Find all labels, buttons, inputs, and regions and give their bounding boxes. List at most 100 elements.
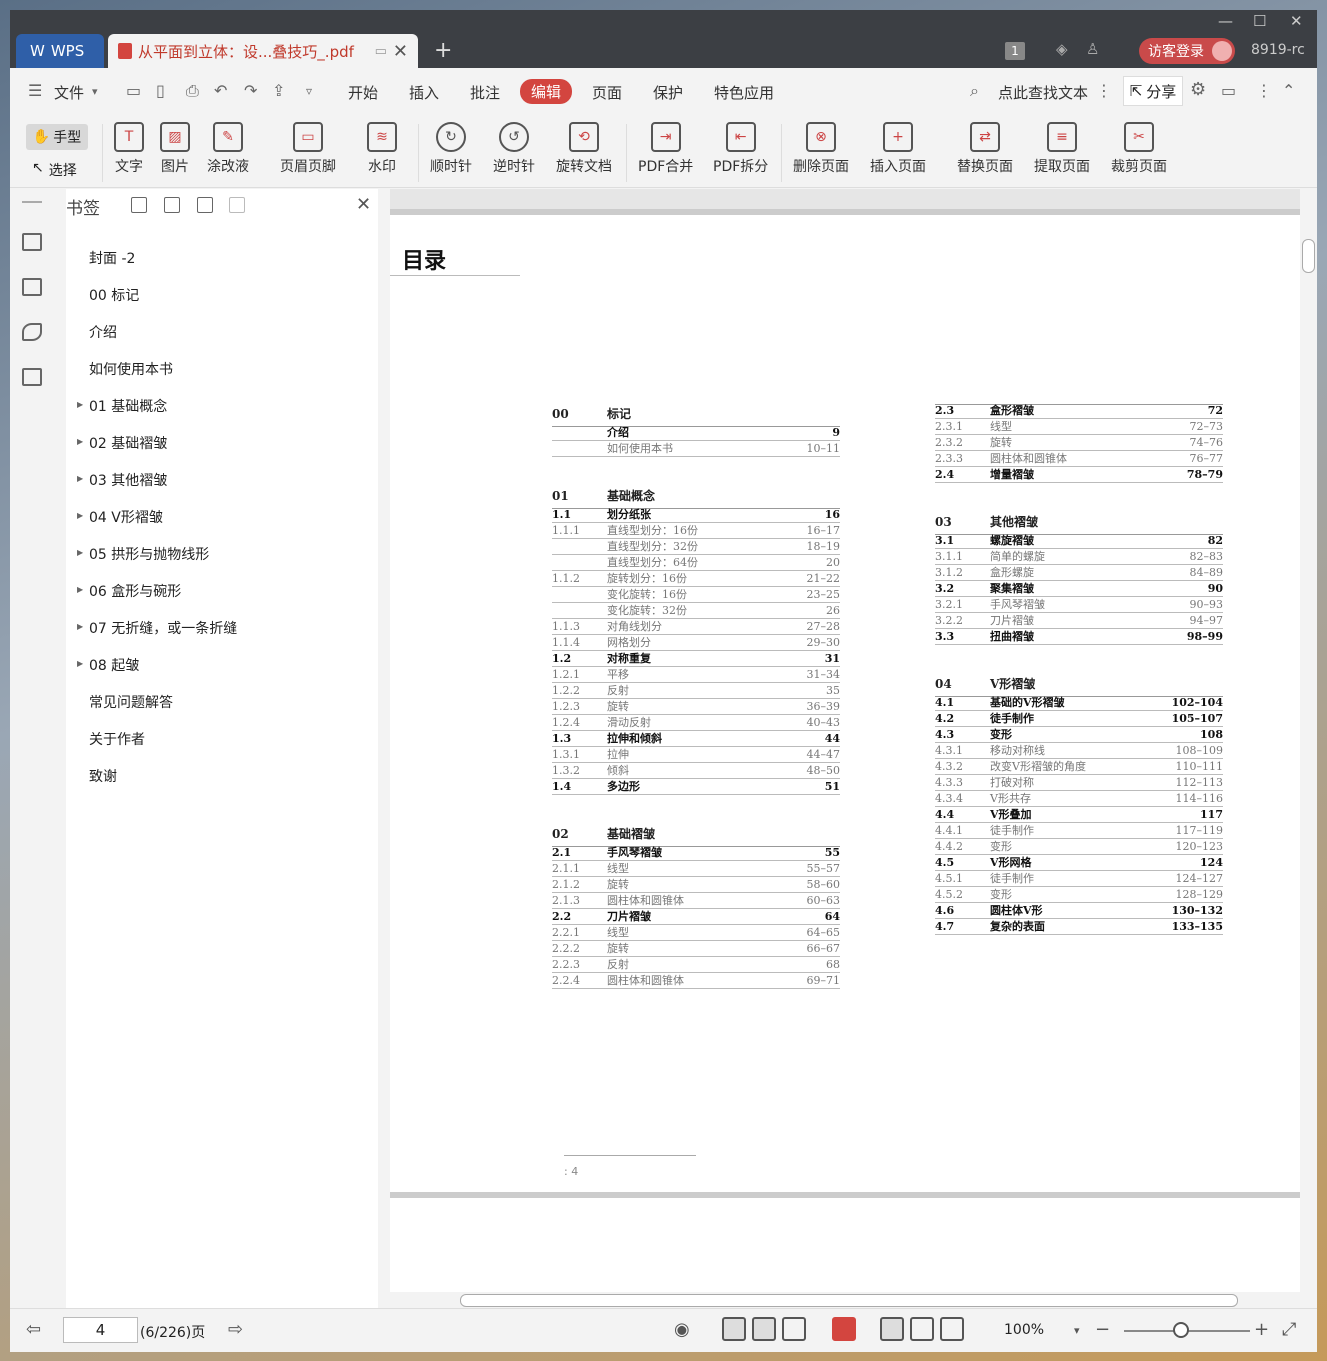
expand-arrow-icon[interactable]: ▶ [77, 622, 83, 631]
toc-row[interactable]: 4.3.2 改变V形褶皱的角度 110–111 [935, 759, 1223, 775]
expand-arrow-icon[interactable]: ▶ [77, 437, 83, 446]
toc-row[interactable]: 4.3 变形 108 [935, 727, 1223, 743]
toc-row[interactable]: 2.3.2 旋转 74–76 [935, 435, 1223, 451]
menu-start[interactable]: 开始 [348, 82, 378, 103]
wps-home-tab[interactable]: W WPS [16, 34, 104, 68]
toc-row[interactable]: 2.3.3 圆柱体和圆锥体 76–77 [935, 451, 1223, 467]
guest-login-button[interactable]: 访客登录 [1139, 38, 1235, 64]
toc-row[interactable]: 2.3 盒形褶皱 72 [935, 403, 1223, 419]
fit-width-button[interactable] [940, 1317, 964, 1341]
toc-row[interactable]: 如何使用本书 10–11 [552, 441, 840, 457]
annotation-icon[interactable] [22, 323, 42, 341]
open-folder-icon[interactable]: ▭ [126, 81, 141, 100]
page-number-input[interactable]: 4 [63, 1317, 138, 1343]
redo-icon[interactable]: ↷ [244, 81, 257, 100]
expand-arrow-icon[interactable]: ▶ [77, 659, 83, 668]
toc-row[interactable]: 1.2.4 滑动反射 40–43 [552, 715, 840, 731]
toc-row[interactable]: 4.3.1 移动对称线 108–109 [935, 743, 1223, 759]
toc-row[interactable]: 4.6 圆柱体V形 130–132 [935, 903, 1223, 919]
add-bookmark-icon[interactable] [131, 197, 147, 213]
menu-insert[interactable]: 插入 [409, 82, 439, 103]
hand-tool-button[interactable]: ✋ 手型 [26, 124, 88, 150]
document-tab[interactable]: 从平面到立体：设...叠技巧_.pdf ▭ ✕ [108, 34, 418, 68]
horizontal-scroll-thumb[interactable] [460, 1294, 1238, 1307]
shirt-icon[interactable]: ♙ [1086, 40, 1099, 58]
toc-row[interactable]: 1.1.1 直线型划分：16份 16–17 [552, 523, 840, 539]
crop-page-button[interactable]: ✂ 裁剪页面 [1111, 122, 1167, 176]
expand-arrow-icon[interactable]: ▶ [77, 400, 83, 409]
close-tab-icon[interactable]: ✕ [393, 41, 408, 62]
comment-icon[interactable]: ▭ [1221, 81, 1236, 100]
single-page-view-button[interactable] [752, 1317, 776, 1341]
menu-annotate[interactable]: 批注 [470, 82, 500, 103]
toc-row[interactable]: 1.1.4 网格划分 29–30 [552, 635, 840, 651]
zoom-dropdown-icon[interactable]: ▾ [1074, 1324, 1080, 1337]
minimize-icon[interactable]: — [1218, 12, 1233, 30]
select-tool-button[interactable]: ↖ 选择 [32, 160, 77, 180]
toc-row[interactable]: 4.5.2 变形 128–129 [935, 887, 1223, 903]
rotate-document-button[interactable]: ⟲ 旋转文档 [556, 122, 612, 176]
bookmark-item[interactable]: 关于作者 [89, 729, 145, 749]
toc-row[interactable]: 变化旋转：16份 23–25 [552, 587, 840, 603]
two-page-view-button[interactable] [782, 1317, 806, 1341]
toc-row[interactable]: 3.1 螺旋褶皱 82 [935, 533, 1223, 549]
toc-row[interactable]: 3.2.1 手风琴褶皱 90–93 [935, 597, 1223, 613]
expand-arrow-icon[interactable]: ▶ [77, 474, 83, 483]
bookmark-item[interactable]: 封面 -2 [89, 248, 135, 268]
close-window-icon[interactable]: ✕ [1290, 12, 1303, 30]
watermark-button[interactable]: ≋ 水印 [367, 122, 397, 176]
bookmark-item[interactable]: 02 基础褶皱 [89, 433, 167, 453]
text-edit-button[interactable]: T 文字 [114, 122, 144, 176]
chevron-down-icon[interactable]: ▾ [92, 85, 98, 98]
drag-handle-icon[interactable] [22, 201, 42, 203]
toc-row[interactable]: 3.1.2 盒形螺旋 84–89 [935, 565, 1223, 581]
bookmark-item[interactable]: 常见问题解答 [89, 692, 173, 712]
undo-icon[interactable]: ↶ [214, 81, 227, 100]
bookmark-item[interactable]: 01 基础概念 [89, 396, 167, 416]
eye-protection-icon[interactable]: ◉ [674, 1319, 690, 1340]
bookmark-item[interactable]: 07 无折缝，或一条折缝 [89, 618, 237, 638]
toc-row[interactable]: 2.3.1 线型 72–73 [935, 419, 1223, 435]
toc-row[interactable]: 4.3.4 V形共存 114–116 [935, 791, 1223, 807]
zoom-slider-knob[interactable] [1173, 1322, 1189, 1338]
close-panel-icon[interactable]: ✕ [356, 194, 371, 215]
toc-row[interactable]: 4.2 徒手制作 105–107 [935, 711, 1223, 727]
search-icon[interactable]: ⌕ [970, 81, 979, 101]
toc-row[interactable]: 1.2.2 反射 35 [552, 683, 840, 699]
bookmark-item[interactable]: 08 起皱 [89, 655, 139, 675]
toc-row[interactable]: 1.3 拉伸和倾斜 44 [552, 731, 840, 747]
extract-page-button[interactable]: ≡ 提取页面 [1034, 122, 1090, 176]
zoom-in-icon[interactable]: + [1254, 1319, 1269, 1340]
toc-row[interactable]: 1.2.3 旋转 36–39 [552, 699, 840, 715]
toc-row[interactable]: 1.1.2 旋转划分：16份 21–22 [552, 571, 840, 587]
maximize-icon[interactable]: ☐ [1253, 12, 1266, 30]
toc-row[interactable]: 1.4 多边形 51 [552, 779, 840, 795]
menu-features[interactable]: 特色应用 [714, 82, 774, 103]
expand-arrow-icon[interactable]: ▶ [77, 548, 83, 557]
bookmark-item[interactable]: 03 其他褶皱 [89, 470, 167, 490]
toc-row[interactable]: 1.2.1 平移 31–34 [552, 667, 840, 683]
expand-all-icon[interactable] [197, 197, 213, 213]
toc-row[interactable]: 2.1 手风琴褶皱 55 [552, 845, 840, 861]
actual-size-button[interactable] [880, 1317, 904, 1341]
toc-row[interactable]: 介绍 9 [552, 425, 840, 441]
bookmark-item[interactable]: 06 盒形与碗形 [89, 581, 181, 601]
toc-row[interactable]: 4.4 V形叠加 117 [935, 807, 1223, 823]
file-menu[interactable]: 文件 [54, 82, 84, 103]
new-tab-button[interactable]: + [434, 38, 452, 63]
zoom-level[interactable]: 100% [1004, 1322, 1044, 1338]
toc-row[interactable]: 4.5.1 徒手制作 124–127 [935, 871, 1223, 887]
next-page-icon[interactable]: ⇨ [228, 1319, 243, 1340]
search-text-button[interactable]: 点此查找文本 [998, 82, 1088, 103]
rotate-counterclockwise-button[interactable]: ↺ 逆时针 [493, 122, 535, 176]
share-button[interactable]: ⇱ 分享 [1123, 76, 1183, 106]
header-footer-button[interactable]: ▭ 页眉页脚 [280, 122, 336, 176]
toc-row[interactable]: 2.1.1 线型 55–57 [552, 861, 840, 877]
monitor-icon[interactable]: ▭ [375, 44, 387, 59]
fullscreen-icon[interactable]: ⤢ [1282, 1319, 1296, 1340]
bookmark-item[interactable]: 05 拱形与抛物线形 [89, 544, 209, 564]
more-quick-icon[interactable]: ▿ [306, 84, 312, 98]
fit-page-button[interactable] [910, 1317, 934, 1341]
bookmark-item[interactable]: 介绍 [89, 322, 117, 342]
collapse-ribbon-icon[interactable]: ⌃ [1282, 81, 1295, 100]
